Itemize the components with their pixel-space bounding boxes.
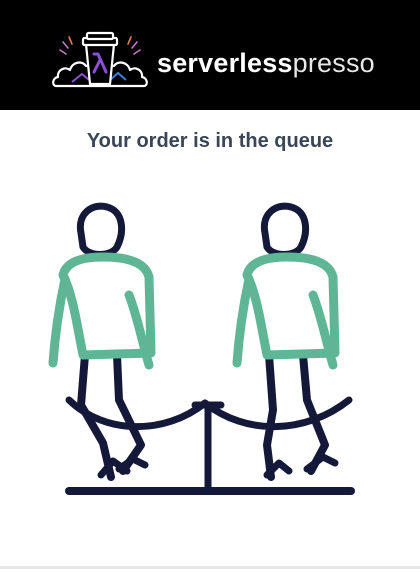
brand-wordmark: serverlesspresso [157, 46, 375, 80]
bottom-divider [0, 566, 420, 569]
order-status-title: Your order is in the queue [86, 130, 334, 152]
brand-name-light: presso [292, 48, 375, 78]
people-waiting-in-queue-illustration-icon [48, 202, 355, 495]
coffee-cup-cloud-logo-icon [52, 31, 148, 88]
app-window: serverlesspresso Your order is in the qu… [0, 0, 420, 572]
brand-name-bold: serverless [157, 48, 293, 78]
app-header: serverlesspresso [0, 0, 420, 110]
